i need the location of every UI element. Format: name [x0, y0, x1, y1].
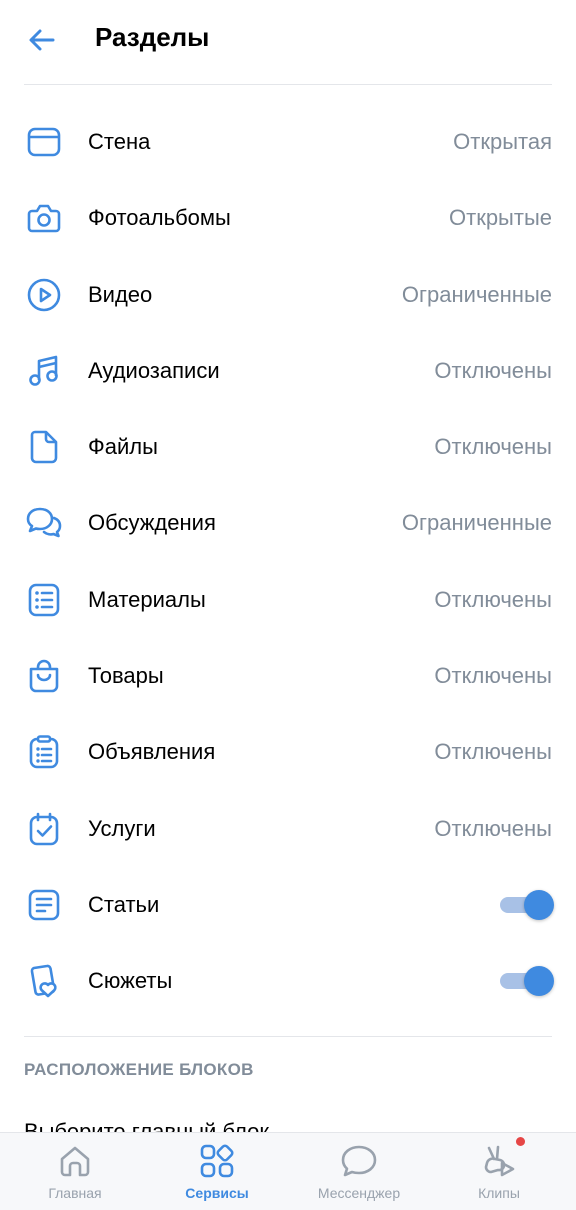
section-label: Видео: [88, 281, 153, 307]
section-value: Отключены: [434, 815, 552, 841]
section-label: Аудиозаписи: [88, 357, 220, 383]
shopping-bag-icon: [24, 656, 64, 696]
section-row-materials[interactable]: Материалы Отключены: [0, 561, 576, 637]
section-label: Сюжеты: [88, 968, 173, 994]
arrow-left-icon: [29, 29, 55, 51]
clipboard-list-icon: [24, 732, 64, 772]
section-label: Товары: [88, 663, 164, 689]
sections-list: Стена Открытая Фотоальбомы Открытые Виде…: [0, 103, 576, 1019]
section-label: Объявления: [88, 739, 216, 765]
back-button[interactable]: [22, 20, 62, 60]
camera-icon: [24, 198, 64, 238]
toggle-knob: [524, 966, 554, 997]
section-row-ads[interactable]: Объявления Отключены: [0, 713, 576, 789]
article-icon: [24, 885, 64, 925]
section-divider: [24, 1036, 552, 1037]
section-row-discussions[interactable]: Обсуждения Ограниченные: [0, 484, 576, 560]
section-value: Отключены: [434, 434, 552, 460]
tab-label: Сервисы: [185, 1185, 249, 1201]
tab-messenger[interactable]: Мессенджер: [287, 1133, 431, 1210]
section-row-services[interactable]: Услуги Отключены: [0, 790, 576, 866]
section-row-files[interactable]: Файлы Отключены: [0, 408, 576, 484]
section-label: Стена: [88, 129, 151, 154]
section-value: Отключены: [434, 357, 552, 383]
section-row-wall[interactable]: Стена Открытая: [0, 103, 576, 179]
stories-toggle[interactable]: [498, 964, 554, 997]
services-grid-icon: [197, 1141, 237, 1181]
section-label: Обсуждения: [88, 510, 216, 536]
section-value: Ограниченные: [401, 281, 552, 307]
section-row-stories[interactable]: Сюжеты: [0, 942, 576, 1018]
notification-badge: [516, 1137, 525, 1146]
section-label: Фотоальбомы: [88, 205, 231, 231]
section-row-video[interactable]: Видео Ограниченные: [0, 256, 576, 332]
section-row-articles[interactable]: Статьи: [0, 866, 576, 942]
section-value: Открытая: [453, 129, 552, 154]
stories-heart-icon: [24, 961, 64, 1001]
wall-icon: [24, 122, 64, 162]
section-label: Файлы: [88, 434, 158, 460]
home-icon: [55, 1141, 95, 1181]
message-bubble-icon: [339, 1141, 379, 1181]
tab-label: Клипы: [478, 1185, 520, 1201]
section-value: Отключены: [434, 586, 552, 612]
page-title: Разделы: [95, 22, 210, 52]
play-icon: [24, 275, 64, 315]
tab-label: Главная: [48, 1185, 102, 1201]
discussions-icon: [24, 503, 64, 543]
tab-label: Мессенджер: [317, 1185, 401, 1201]
header: Разделы: [0, 0, 576, 84]
bottom-tab-bar: Главная Сервисы Мессенджер Клипы: [0, 1132, 576, 1210]
toggle-knob: [524, 889, 554, 920]
section-value: Открытые: [449, 205, 552, 231]
list-icon: [24, 580, 64, 620]
music-note-icon: [24, 351, 64, 391]
tab-services[interactable]: Сервисы: [145, 1133, 289, 1210]
blocks-section-header: РАСПОЛОЖЕНИЕ БЛОКОВ: [24, 1060, 254, 1079]
section-value: Отключены: [434, 739, 552, 765]
section-value: Отключены: [434, 663, 552, 689]
tab-clips[interactable]: Клипы: [427, 1133, 571, 1210]
tab-home[interactable]: Главная: [3, 1133, 147, 1210]
header-divider: [24, 84, 552, 85]
section-row-audio[interactable]: Аудиозаписи Отключены: [0, 332, 576, 408]
section-row-goods[interactable]: Товары Отключены: [0, 637, 576, 713]
section-label: Материалы: [88, 586, 206, 612]
section-row-photoalbums[interactable]: Фотоальбомы Открытые: [0, 179, 576, 255]
document-icon: [24, 427, 64, 467]
section-label: Услуги: [88, 815, 156, 841]
section-value: Ограниченные: [401, 510, 552, 536]
section-label: Статьи: [88, 891, 160, 917]
clips-icon: [479, 1141, 519, 1181]
calendar-check-icon: [24, 809, 64, 849]
articles-toggle[interactable]: [498, 888, 554, 920]
